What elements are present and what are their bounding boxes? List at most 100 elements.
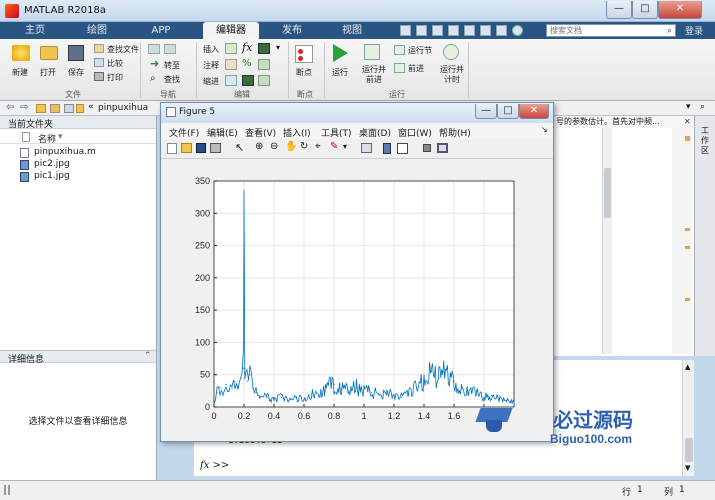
indent-button[interactable]: 缩进 (203, 76, 219, 87)
decrease-indent-icon[interactable] (258, 75, 270, 86)
zoom-out-icon[interactable]: ⊖ (270, 141, 278, 152)
menu-help[interactable]: 帮助(H) (439, 126, 471, 139)
menu-insert[interactable]: 插入(I) (283, 126, 311, 139)
back-arrow-icon[interactable]: ⇦ (6, 102, 14, 113)
brush-dropdown-icon[interactable]: ▾ (343, 142, 347, 151)
new-figure-icon[interactable] (167, 143, 177, 154)
smart-indent-icon[interactable] (242, 75, 254, 86)
editor-close-icon[interactable]: ✕ (684, 117, 691, 126)
forward-arrow-icon[interactable]: ⇨ (20, 102, 28, 113)
scrollbar-thumb[interactable] (685, 438, 693, 462)
goto-button[interactable]: 转至 (164, 60, 180, 71)
file-name[interactable]: pinpuxihua.m (34, 147, 96, 157)
new-icon[interactable] (12, 45, 30, 61)
comment-icon[interactable] (225, 59, 237, 70)
comment-button[interactable]: 注释 (203, 60, 219, 71)
address-dropdown-icon[interactable]: ▾ (686, 102, 691, 112)
run-time-icon[interactable] (443, 44, 459, 60)
warning-marker[interactable] (685, 298, 690, 301)
insert-section-icon[interactable] (225, 43, 237, 54)
colorbar-icon[interactable] (383, 143, 391, 154)
undo-quick-icon[interactable] (464, 25, 475, 36)
breakpoints-icon[interactable] (295, 45, 313, 63)
print-figure-icon[interactable] (210, 143, 221, 153)
tab-plots[interactable]: 绘图 (76, 22, 118, 39)
column-name[interactable]: 名称 (38, 132, 56, 145)
rotate-icon[interactable]: ↻ (300, 141, 308, 152)
search-box[interactable]: ⌕ (546, 24, 676, 37)
file-name[interactable]: pic1.jpg (34, 171, 70, 181)
folder-icon[interactable] (36, 104, 46, 113)
menu-edit[interactable]: 编辑(E) (207, 126, 238, 139)
menu-desktop[interactable]: 桌面(D) (359, 126, 391, 139)
menu-window[interactable]: 窗口(W) (398, 126, 432, 139)
maximize-button[interactable]: □ (632, 1, 658, 19)
open-button[interactable]: 打开 (40, 67, 56, 78)
command-prompt[interactable]: fx >> (200, 460, 229, 471)
close-button[interactable]: ✕ (658, 1, 702, 19)
breadcrumb-folder[interactable]: pinpuxihua (98, 103, 148, 113)
pan-icon[interactable]: ✋ (285, 141, 297, 152)
advance-button[interactable]: 前进 (408, 63, 424, 74)
login-link[interactable]: 登录 (685, 24, 703, 37)
search-icon[interactable]: ⌕ (667, 26, 672, 36)
list-item[interactable]: pinpuxihua.m (20, 147, 150, 159)
spectrum-chart[interactable]: 00.20.40.60.811.21.41.61.805010015020025… (161, 159, 553, 441)
pointer-icon[interactable]: ↖ (235, 141, 244, 154)
link-plot-icon[interactable] (361, 143, 372, 153)
compare-button[interactable]: 比较 (107, 58, 123, 69)
browse-folder-icon[interactable] (64, 104, 74, 113)
workspace-panel[interactable]: 工作区 (694, 116, 715, 356)
run-time-button[interactable]: 运行并 计时 (440, 65, 464, 85)
figure-window[interactable]: Figure 5 — □ ✕ 文件(F) 编辑(E) 查看(V) 插入(I) 工… (160, 102, 554, 442)
run-icon[interactable] (333, 44, 348, 62)
warning-marker[interactable] (685, 228, 690, 231)
up-folder-icon[interactable] (50, 104, 60, 113)
tab-apps[interactable]: APP (140, 22, 182, 39)
plot-area[interactable]: 00.20.40.60.811.21.41.61.805010015020025… (161, 159, 553, 441)
figure-title-bar[interactable]: Figure 5 — □ ✕ (161, 103, 553, 123)
show-tools-icon[interactable] (437, 143, 448, 153)
cut-quick-icon[interactable] (416, 25, 427, 36)
indent-icon[interactable] (225, 75, 237, 86)
command-scrollbar[interactable]: ▲ ▼ (682, 360, 694, 476)
switch-window-icon[interactable] (496, 25, 507, 36)
new-button[interactable]: 新建 (12, 67, 28, 78)
warning-marker[interactable] (685, 246, 690, 249)
scrollbar-thumb[interactable] (604, 168, 611, 218)
scroll-down-icon[interactable]: ▼ (685, 464, 690, 472)
tab-view[interactable]: 视图 (328, 22, 376, 39)
figure-close-button[interactable]: ✕ (519, 104, 549, 119)
figure-minimize-button[interactable]: — (475, 104, 497, 119)
data-cursor-icon[interactable]: ⌖ (315, 141, 321, 152)
run-advance-icon[interactable] (364, 44, 380, 60)
list-item[interactable]: pic2.jpg (20, 159, 150, 171)
legend-icon[interactable] (397, 143, 408, 154)
details-header[interactable]: 详细信息 ⌃ (0, 350, 156, 365)
menu-view[interactable]: 查看(V) (245, 126, 276, 139)
run-section-button[interactable]: 运行节 (408, 45, 432, 56)
address-search-icon[interactable]: ⌕ (700, 102, 705, 112)
find-files-button[interactable]: 查找文件 (107, 44, 139, 55)
dropdown-arrow-icon[interactable]: ▾ (276, 43, 280, 52)
wrap-comment-icon[interactable] (258, 59, 270, 70)
tab-editor[interactable]: 编辑器 (203, 22, 259, 39)
minimize-button[interactable]: — (606, 1, 632, 19)
save-quick-icon[interactable] (400, 25, 411, 36)
sort-arrow-icon[interactable]: ▾ (58, 132, 63, 142)
breakpoints-button[interactable]: 断点 (296, 67, 312, 78)
figure-maximize-button[interactable]: □ (497, 104, 519, 119)
back-nav-icon[interactable] (148, 44, 160, 54)
menu-dock-icon[interactable]: ↘ (541, 125, 548, 134)
open-folder-icon[interactable] (40, 46, 58, 60)
insert-cell-icon[interactable] (258, 43, 270, 54)
warning-marker[interactable] (685, 136, 690, 141)
tab-home[interactable]: 主页 (14, 22, 56, 39)
paste-quick-icon[interactable] (448, 25, 459, 36)
print-button[interactable]: 打印 (107, 72, 123, 83)
workspace-label[interactable]: 工作区 (701, 126, 711, 156)
copy-quick-icon[interactable] (432, 25, 443, 36)
menu-file[interactable]: 文件(F) (169, 126, 199, 139)
open-file-icon[interactable] (181, 143, 192, 153)
file-name[interactable]: pic2.jpg (34, 159, 70, 169)
